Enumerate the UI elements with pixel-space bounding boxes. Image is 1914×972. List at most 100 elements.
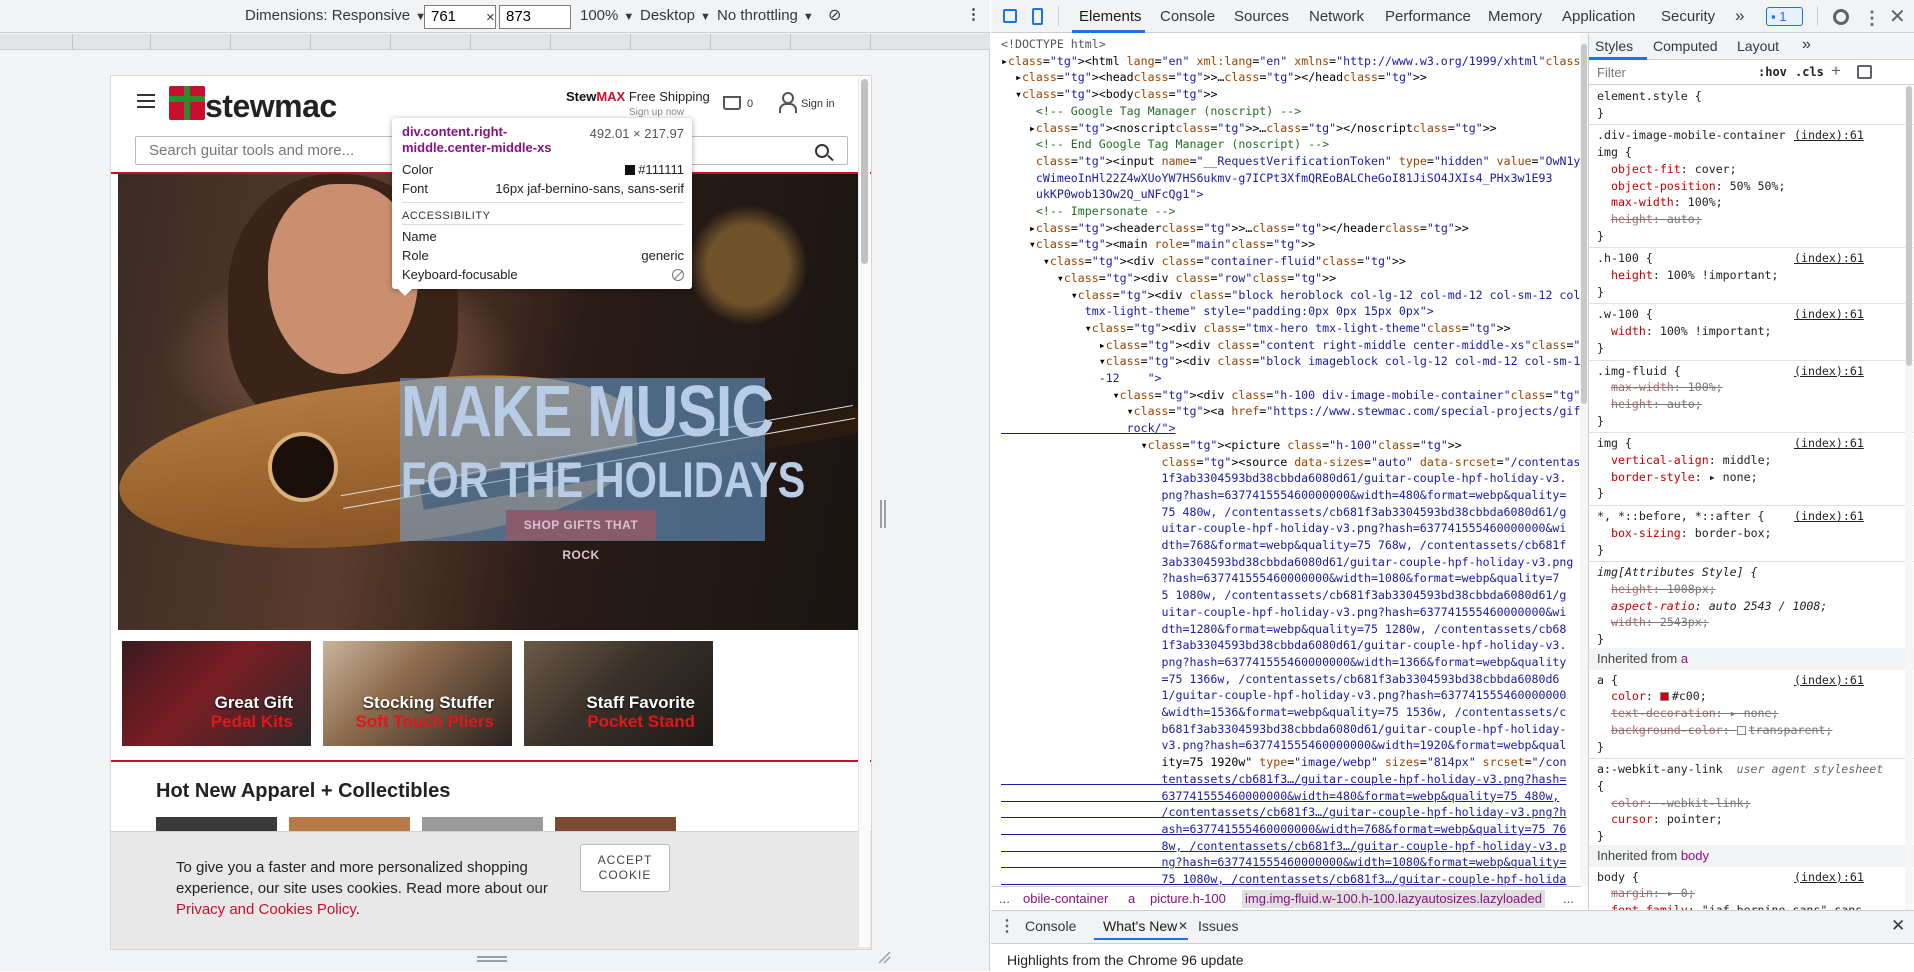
signup-link[interactable]: Sign up now [629,107,684,118]
style-line[interactable]: margin: ▸ 0; [1597,885,1695,902]
dom-line[interactable]: 637741555460000000&width=480&format=webp… [1001,788,1560,805]
dom-line[interactable]: v3.png?hash=637741555460000000&width=192… [1001,737,1567,754]
hamburger-menu-icon[interactable] [137,94,155,108]
breadcrumb-item-selected[interactable]: img.img-fluid.w-100.h-100.lazyautosizes.… [1242,890,1545,908]
style-line[interactable]: .w-100 {(index):61 [1597,306,1864,323]
tab-console[interactable]: Console [1160,8,1215,25]
style-line[interactable]: a {(index):61 [1597,672,1864,689]
dom-line[interactable]: ukKP0wob13Ow2Q_uNFcQg1"> [1001,186,1204,203]
scrollbar-thumb[interactable] [1906,86,1912,366]
style-line[interactable]: a:-webkit-any-link user agent stylesheet [1597,761,1883,778]
style-line[interactable]: width: 100% !important; [1597,323,1772,340]
dom-line[interactable]: ▾class="tg"><a href="https://www.stewmac… [1001,403,1581,420]
tab-network[interactable]: Network [1309,8,1364,25]
tab-application[interactable]: Application [1562,8,1635,25]
style-line[interactable]: } [1597,739,1604,756]
dom-line[interactable]: uitar-couple-hpf-holiday-v3.png?hash=637… [1001,520,1567,537]
style-line[interactable]: } [1597,485,1604,502]
style-line[interactable]: img { [1597,144,1632,161]
breadcrumb-item[interactable]: a [1128,891,1135,906]
filter-input[interactable]: Filter [1597,65,1626,80]
dom-line[interactable]: ▾class="tg"><bodyclass="tg">> [1001,86,1217,103]
dom-line[interactable]: ▾class="tg"><div class="block imageblock… [1001,353,1581,370]
dom-line[interactable]: &width=1536&format=webp&quality=75 1536w… [1001,704,1567,721]
rule-source-link[interactable]: (index):61 [1794,672,1864,689]
more-options-icon[interactable]: ⋮ [966,5,981,23]
dom-line[interactable]: 1f3ab3304593bd38cbbda6080d61/guitar-coup… [1001,470,1567,487]
dom-line[interactable]: =75 1366w, /contentassets/cb681f3ab33045… [1001,671,1560,688]
style-line[interactable]: box-sizing: border-box; [1597,525,1772,542]
style-line[interactable]: img[Attributes Style] { [1597,564,1758,581]
style-line[interactable]: { [1597,778,1604,795]
style-line[interactable]: cursor: pointer; [1597,811,1723,828]
issues-badge[interactable]: ▪ 1 [1766,7,1803,26]
settings-gear-icon[interactable] [1833,9,1849,25]
style-line[interactable]: } [1597,105,1604,122]
dom-line[interactable]: <!-- Impersonate --> [1001,203,1176,220]
style-line[interactable]: } [1597,631,1604,648]
dom-line[interactable]: dth=768&format=webp&quality=75 768w, /co… [1001,537,1567,554]
throttling-dropdown[interactable]: No throttling ▼ [717,7,814,24]
dom-line[interactable]: tmx-light-theme" style="padding:0px 0px … [1001,303,1434,320]
dom-line[interactable]: ▾class="tg"><main role="main"class="tg">… [1001,236,1315,253]
dom-line[interactable]: png?hash=637741555460000000&width=480&fo… [1001,487,1567,504]
style-line[interactable]: } [1597,228,1604,245]
dom-line[interactable]: -12 "> [1001,370,1162,387]
drawer-tab-issues[interactable]: Issues [1198,918,1238,934]
tab-computed[interactable]: Computed [1653,38,1718,54]
privacy-policy-link[interactable]: Privacy and Cookies Policy [176,901,356,918]
cart-icon[interactable] [723,96,741,110]
tile-soft-touch-pliers[interactable]: Stocking Stuffer Soft Touch Pliers [323,641,512,746]
dom-line[interactable]: ▸class="tg"><html lang="en" xml:lang="en… [1001,53,1581,70]
dom-line[interactable]: png?hash=637741555460000000&width=1366&f… [1001,654,1567,671]
style-line[interactable]: color: #c00; [1597,688,1707,705]
site-logo[interactable]: stewmac [205,88,337,125]
dimensions-dropdown[interactable]: Dimensions: Responsive ▼ [245,7,426,24]
inspect-element-icon[interactable] [1003,9,1017,23]
tab-layout[interactable]: Layout [1737,38,1779,54]
rule-source-link[interactable]: (index):61 [1794,869,1864,886]
dom-line[interactable]: 1f3ab3304593bd38cbbda6080d61/guitar-coup… [1001,637,1567,654]
dom-line[interactable]: 75 480w, /contentassets/cb681f3ab3304593… [1001,504,1567,521]
style-line[interactable]: background-color: transparent; [1597,722,1832,739]
free-shipping-banner[interactable]: StewMAX Free Shipping [566,89,710,104]
drawer-tab-console[interactable]: Console [1025,918,1076,934]
drawer-menu-icon[interactable]: ⋮ [999,916,1015,936]
dom-line[interactable]: ▾class="tg"><div class="row"class="tg">> [1001,270,1336,287]
dom-line[interactable]: 5 1080w, /contentassets/cb681f3ab3304593… [1001,587,1567,604]
tab-security[interactable]: Security [1661,8,1715,25]
dom-line[interactable]: ▾class="tg"><div class="container-fluid"… [1001,253,1406,270]
shop-gifts-button[interactable]: SHOP GIFTS THAT ROCK [506,510,656,562]
customize-menu-icon[interactable]: ⋮ [1863,8,1881,29]
style-line[interactable]: *, *::before, *::after {(index):61 [1597,508,1864,525]
dom-line[interactable]: ▸class="tg"><headclass="tg">>…class="tg"… [1001,69,1427,86]
style-line[interactable]: color: -webkit-link; [1597,795,1751,812]
tab-elements[interactable]: Elements [1079,8,1142,25]
rule-source-link[interactable]: (index):61 [1794,435,1864,452]
more-tabs-icon[interactable]: » [1735,6,1744,26]
dom-line[interactable]: 1/guitar-couple-hpf-holiday-v3.png?hash=… [1001,687,1567,704]
close-devtools-icon[interactable]: ✕ [1889,4,1906,29]
breadcrumb-overflow[interactable]: ... [999,891,1010,906]
tab-styles[interactable]: Styles [1595,38,1633,54]
close-drawer-icon[interactable]: ✕ [1891,916,1905,936]
more-tabs-icon[interactable]: » [1802,36,1811,54]
class-toggle[interactable]: .cls [1795,65,1824,79]
style-line[interactable]: .img-fluid {(index):61 [1597,363,1864,380]
style-line[interactable]: vertical-align: middle; [1597,452,1772,469]
dom-line[interactable]: class="tg"><input name="__RequestVerific… [1001,153,1581,170]
dom-line[interactable]: <!-- Google Tag Manager (noscript) --> [1001,103,1301,120]
dom-line[interactable]: 75 1080w, /contentassets/cb681f3…/guitar… [1001,871,1567,886]
rule-source-link[interactable]: (index):61 [1794,127,1864,144]
media-query-ruler[interactable] [0,34,990,50]
dom-line[interactable]: ?hash=637741555460000000&width=1080&form… [1001,570,1560,587]
close-tab-icon[interactable]: ✕ [1178,919,1188,933]
style-line[interactable]: height: auto; [1597,211,1702,228]
style-line[interactable]: body {(index):61 [1597,869,1864,886]
dom-line[interactable]: ng?hash=637741555460000000&width=1080&fo… [1001,854,1567,871]
style-line[interactable]: } [1597,542,1604,559]
style-line[interactable]: width: 2543px; [1597,614,1709,631]
dom-tree[interactable]: <!DOCTYPE html> ▸class="tg"><html lang="e… [991,34,1581,886]
accept-cookie-button[interactable]: ACCEPT COOKIE [580,844,670,892]
style-line[interactable]: object-fit: cover; [1597,161,1737,178]
